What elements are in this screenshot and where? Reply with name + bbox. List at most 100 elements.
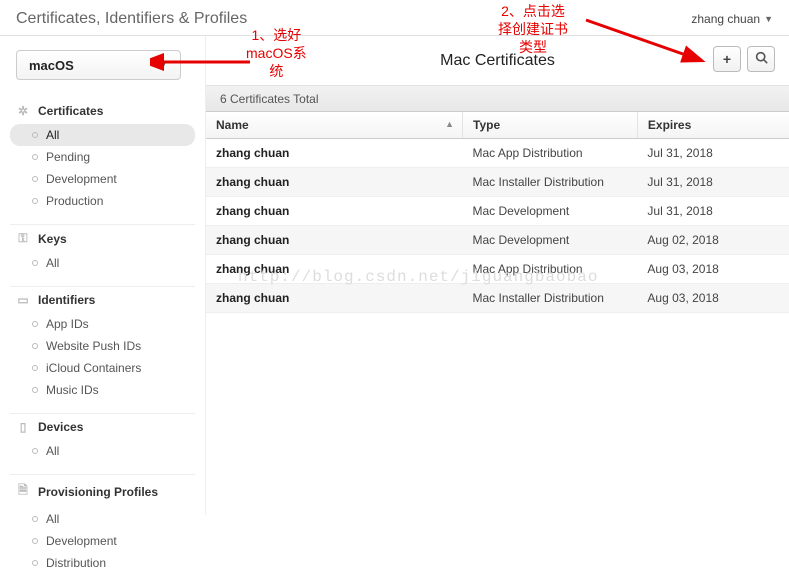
section-icon: 🗎 (16, 481, 30, 502)
plus-icon: + (723, 51, 731, 67)
sidebar-items: All Development Distribution (10, 506, 195, 580)
section-title: Devices (38, 420, 83, 434)
certificates-count: 6 Certificates Total (206, 86, 789, 112)
bullet-icon (32, 343, 38, 349)
sidebar-item[interactable]: iCloud Containers (10, 357, 195, 379)
cell-expires: Aug 02, 2018 (637, 226, 789, 255)
sidebar-item-label: iCloud Containers (46, 361, 141, 375)
sidebar-item[interactable]: All (10, 508, 195, 530)
section-icon: ✲ (16, 104, 30, 118)
bullet-icon (32, 260, 38, 266)
cell-type: Mac Installer Distribution (463, 168, 638, 197)
sidebar-section-head: ⚿ Keys (10, 224, 195, 250)
sidebar-item-label: Production (46, 194, 103, 208)
table-row[interactable]: zhang chuanMac App DistributionJul 31, 2… (206, 139, 789, 168)
sidebar-section-head: ▭ Identifiers (10, 286, 195, 311)
cell-type: Mac Installer Distribution (463, 284, 638, 313)
page-title: Certificates, Identifiers & Profiles (16, 10, 247, 28)
sidebar-item[interactable]: Development (10, 530, 195, 552)
section-icon: ▯ (16, 420, 30, 434)
sidebar-item-label: All (46, 256, 59, 270)
sidebar: macOS ▼ ✲ Certificates All Pending Developme… (0, 36, 206, 515)
cell-expires: Jul 31, 2018 (637, 168, 789, 197)
sidebar-item[interactable]: Music IDs (10, 379, 195, 401)
os-selector[interactable]: macOS ▼ (16, 50, 181, 80)
sidebar-items: All Pending Development Production (10, 122, 195, 218)
sidebar-item[interactable]: Production (10, 190, 195, 212)
add-button[interactable]: + (713, 46, 741, 72)
section-icon: ⚿ (16, 231, 30, 246)
cell-name: zhang chuan (206, 197, 463, 226)
sidebar-item[interactable]: Development (10, 168, 195, 190)
cell-name: zhang chuan (206, 284, 463, 313)
os-selector-label: macOS (29, 58, 74, 73)
search-button[interactable] (747, 46, 775, 72)
cell-type: Mac Development (463, 197, 638, 226)
table-row[interactable]: zhang chuanMac App DistributionAug 03, 2… (206, 255, 789, 284)
col-name[interactable]: Name▲ (206, 112, 463, 139)
col-expires[interactable]: Expires (637, 112, 789, 139)
sidebar-item-label: Pending (46, 150, 90, 164)
bullet-icon (32, 516, 38, 522)
bullet-icon (32, 560, 38, 566)
sidebar-item[interactable]: Website Push IDs (10, 335, 195, 357)
bullet-icon (32, 538, 38, 544)
table-header-row: Name▲ Type Expires (206, 112, 789, 139)
chevron-down-icon: ▼ (158, 60, 168, 71)
sidebar-item-label: All (46, 512, 59, 526)
sidebar-item-label: Development (46, 534, 117, 548)
section-icon: ▭ (16, 293, 30, 307)
sidebar-items: All (10, 250, 195, 280)
sidebar-item-label: Website Push IDs (46, 339, 141, 353)
cell-name: zhang chuan (206, 255, 463, 284)
table-row[interactable]: zhang chuanMac Installer DistributionAug… (206, 284, 789, 313)
search-icon (755, 51, 768, 67)
sidebar-items: App IDs Website Push IDs iCloud Containers… (10, 311, 195, 407)
table-row[interactable]: zhang chuanMac DevelopmentAug 02, 2018 (206, 226, 789, 255)
main: Mac Certificates + 6 Certificates Total … (206, 36, 789, 515)
col-type[interactable]: Type (463, 112, 638, 139)
sidebar-item-label: Distribution (46, 556, 106, 570)
sidebar-items: All (10, 438, 195, 468)
cell-type: Mac App Distribution (463, 255, 638, 284)
cell-expires: Jul 31, 2018 (637, 197, 789, 226)
sidebar-item-label: All (46, 128, 59, 142)
bullet-icon (32, 365, 38, 371)
table-row[interactable]: zhang chuanMac Installer DistributionJul… (206, 168, 789, 197)
main-title: Mac Certificates (440, 52, 555, 70)
sort-asc-icon: ▲ (445, 119, 454, 129)
sidebar-item[interactable]: Pending (10, 146, 195, 168)
bullet-icon (32, 132, 38, 138)
bullet-icon (32, 154, 38, 160)
bullet-icon (32, 176, 38, 182)
section-title: Identifiers (38, 293, 95, 307)
layout: macOS ▼ ✲ Certificates All Pending Developme… (0, 36, 789, 515)
sidebar-item[interactable]: Distribution (10, 552, 195, 574)
certificates-table: Name▲ Type Expires zhang chuanMac App Di… (206, 112, 789, 313)
sidebar-section-head: ▯ Devices (10, 413, 195, 438)
user-name: zhang chuan (691, 12, 760, 26)
cell-name: zhang chuan (206, 139, 463, 168)
sidebar-item[interactable]: All (10, 124, 195, 146)
cell-expires: Jul 31, 2018 (637, 139, 789, 168)
section-title: Keys (38, 232, 67, 246)
sidebar-section-head: ✲ Certificates (10, 98, 195, 122)
sidebar-section-head: 🗎Provisioning Profiles (10, 474, 195, 506)
bullet-icon (32, 448, 38, 454)
table-row[interactable]: zhang chuanMac DevelopmentJul 31, 2018 (206, 197, 789, 226)
cell-expires: Aug 03, 2018 (637, 284, 789, 313)
sidebar-item[interactable]: App IDs (10, 313, 195, 335)
page-header: Certificates, Identifiers & Profiles zha… (0, 0, 789, 36)
toolbar-actions: + (713, 46, 775, 72)
user-menu[interactable]: zhang chuan ▼ (691, 12, 773, 26)
cell-type: Mac App Distribution (463, 139, 638, 168)
cell-type: Mac Development (463, 226, 638, 255)
bullet-icon (32, 198, 38, 204)
sidebar-item[interactable]: All (10, 440, 195, 462)
cell-name: zhang chuan (206, 168, 463, 197)
sidebar-item[interactable]: All (10, 252, 195, 274)
sidebar-item-label: Music IDs (46, 383, 99, 397)
bullet-icon (32, 321, 38, 327)
section-title: Certificates (38, 104, 103, 118)
main-toolbar: Mac Certificates + (206, 36, 789, 86)
